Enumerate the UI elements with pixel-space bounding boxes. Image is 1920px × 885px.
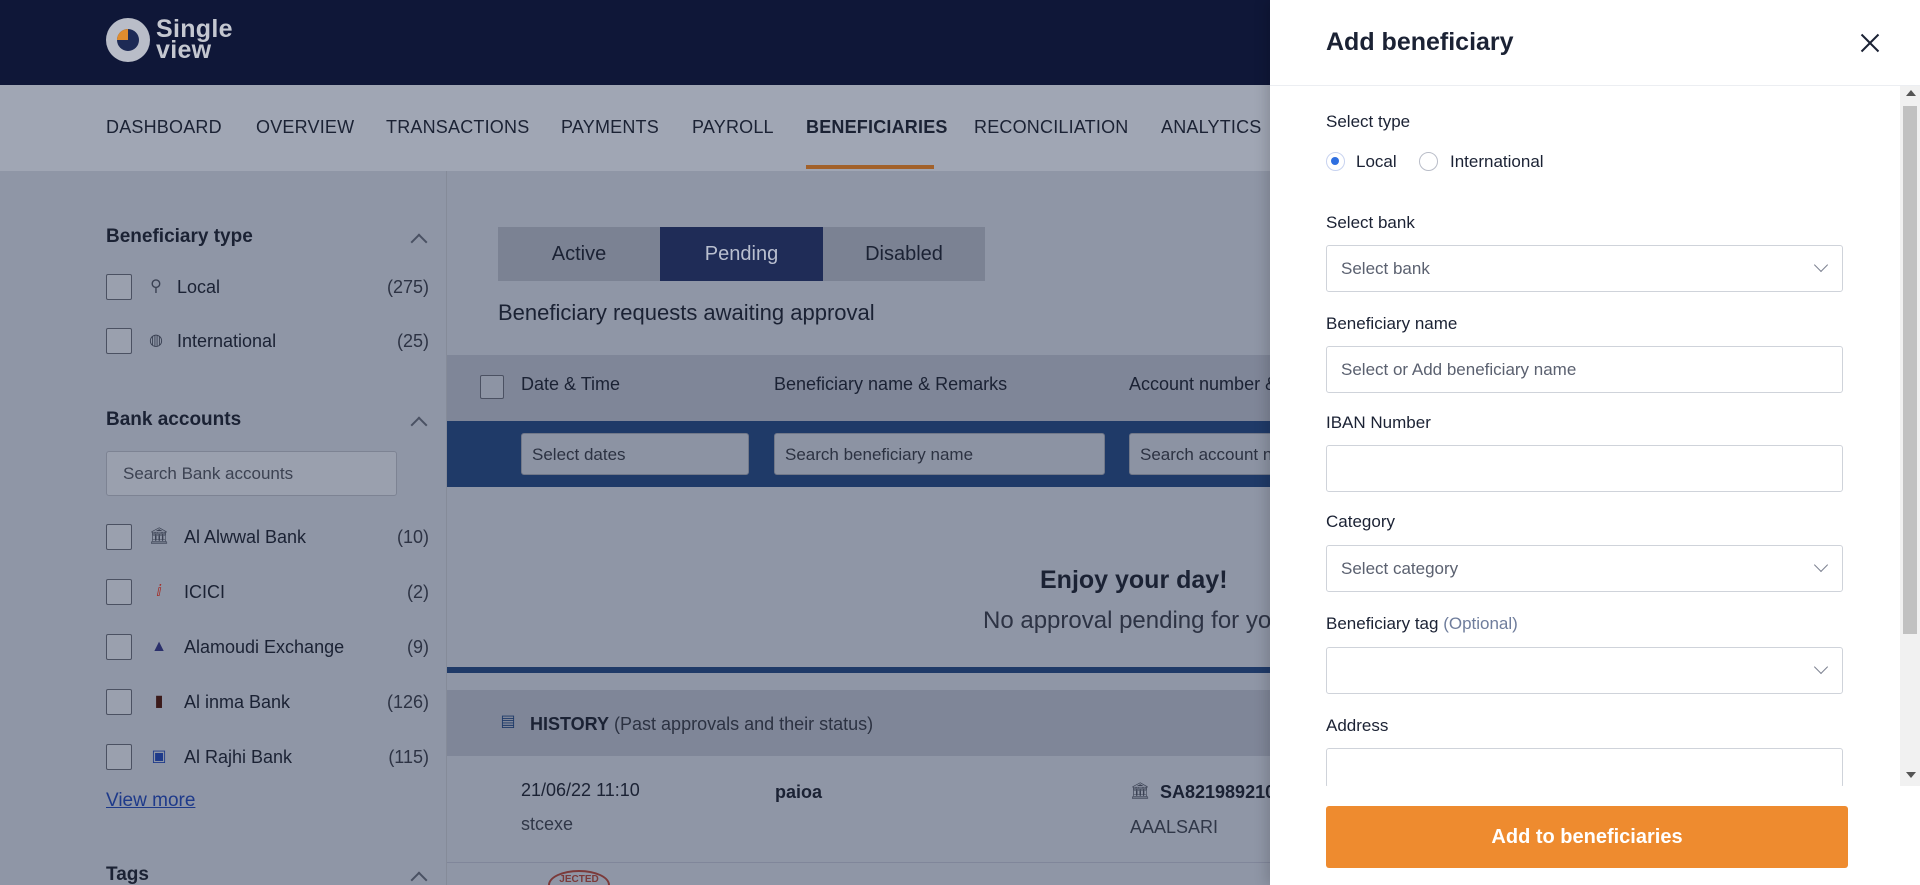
nav-transactions[interactable]: TRANSACTIONS: [386, 117, 529, 138]
app-logo[interactable]: Single view: [106, 17, 233, 64]
nav-overview[interactable]: OVERVIEW: [256, 117, 354, 138]
type-local-label: Local: [177, 277, 221, 297]
bank-icon: 🏛: [149, 528, 170, 545]
type-international-count: (25): [396, 331, 429, 351]
column-header[interactable]: Account number &: [1129, 374, 1277, 395]
bank-count: (10): [396, 527, 429, 547]
bank-checkbox[interactable]: [106, 689, 132, 715]
alrajhi-logo-icon: ▣: [151, 748, 167, 765]
tab-pending[interactable]: Pending: [660, 227, 823, 281]
history-title: HISTORY (Past approvals and their status…: [530, 714, 874, 734]
tab-active[interactable]: Active: [498, 227, 660, 281]
radio-international[interactable]: [1419, 152, 1438, 171]
bank-checkbox[interactable]: [106, 524, 132, 550]
select-bank-dropdown[interactable]: Select bank: [1326, 245, 1843, 292]
nav-payments[interactable]: PAYMENTS: [561, 117, 659, 138]
iban-label: IBAN Number: [1326, 413, 1431, 432]
bank-count: (115): [388, 747, 429, 767]
date-filter-input[interactable]: Select dates: [521, 433, 749, 475]
drawer-title: Add beneficiary: [1326, 28, 1514, 56]
bank-count: (126): [386, 692, 429, 712]
add-to-beneficiaries-button[interactable]: Add to beneficiaries: [1326, 806, 1848, 868]
scroll-up-icon[interactable]: [1906, 90, 1916, 96]
chevron-down-icon: [1813, 257, 1829, 273]
page-subheading: Beneficiary requests awaiting approval: [498, 300, 875, 325]
type-international-label: International: [177, 331, 277, 351]
bank-label: Al Alwwal Bank: [184, 527, 307, 547]
bank-search-input[interactable]: Search Bank accounts: [106, 451, 397, 496]
close-icon[interactable]: [1856, 29, 1884, 57]
bank-checkbox[interactable]: [106, 744, 132, 770]
iban-input[interactable]: [1326, 445, 1843, 492]
beneficiary-tag-label: Beneficiary tag (Optional): [1326, 614, 1518, 633]
bank-label: Al inma Bank: [184, 692, 291, 712]
nav-active-indicator: [806, 165, 934, 169]
nav-analytics[interactable]: ANALYTICS: [1161, 117, 1262, 138]
history-icon: ▤: [500, 713, 516, 730]
history-datetime: 21/06/22 11:10: [521, 780, 640, 800]
radio-international-label[interactable]: International: [1450, 152, 1544, 172]
type-local-count: (275): [386, 277, 429, 297]
logo-mark-icon: [106, 18, 150, 62]
bank-label: ICICI: [184, 582, 226, 602]
chevron-down-icon: [1813, 557, 1829, 573]
nav-payroll[interactable]: PAYROLL: [692, 117, 774, 138]
add-beneficiary-drawer: Add beneficiary Select type Local Intern…: [1270, 0, 1920, 885]
nav-reconciliation[interactable]: RECONCILIATION: [974, 117, 1128, 138]
type-local-checkbox[interactable]: [106, 274, 132, 300]
category-dropdown[interactable]: Select category: [1326, 545, 1843, 592]
view-more-link[interactable]: View more: [106, 790, 195, 812]
scrollbar-thumb[interactable]: [1903, 106, 1917, 634]
history-account-sub: AAALSARI: [1130, 817, 1219, 837]
bank-count: (9): [407, 637, 429, 657]
category-label: Category: [1326, 512, 1395, 531]
drawer-header: Add beneficiary: [1270, 0, 1920, 86]
beneficiary-name-label: Beneficiary name: [1326, 314, 1458, 333]
tags-title: Tags: [106, 864, 149, 885]
column-header[interactable]: Beneficiary name & Remarks: [774, 374, 1007, 395]
bank-checkbox[interactable]: [106, 579, 132, 605]
bank-label: Alamoudi Exchange: [184, 637, 345, 657]
history-account-number: SA821989210: [1160, 782, 1276, 802]
alinma-logo-icon: ▮: [154, 693, 164, 710]
beneficiary-type-title: Beneficiary type: [106, 226, 253, 247]
empty-state-subtitle: No approval pending for you: [983, 607, 1285, 634]
beneficiary-name-input[interactable]: Select or Add beneficiary name: [1326, 346, 1843, 393]
column-header[interactable]: Date & Time: [521, 374, 620, 395]
nav-dashboard[interactable]: DASHBOARD: [106, 117, 222, 138]
icici-logo-icon: ⅈ: [156, 583, 162, 600]
alamoudi-logo-icon: ▲: [151, 638, 167, 655]
bank-checkbox[interactable]: [106, 634, 132, 660]
nav-beneficiaries[interactable]: BENEFICIARIES: [806, 117, 948, 138]
bank-count: (2): [407, 582, 429, 602]
history-user: stcexe: [521, 814, 574, 834]
location-pin-icon: ⚲: [150, 278, 162, 295]
address-label: Address: [1326, 716, 1389, 735]
history-beneficiary-name: paioa: [775, 782, 823, 802]
tab-disabled[interactable]: Disabled: [823, 227, 985, 281]
select-bank-label: Select bank: [1326, 213, 1415, 232]
beneficiary-name-filter[interactable]: Search beneficiary name: [774, 433, 1105, 475]
address-input[interactable]: [1326, 748, 1843, 788]
scroll-down-icon[interactable]: [1906, 772, 1916, 778]
logo-text-line2: view: [156, 36, 212, 64]
chevron-down-icon: [1813, 659, 1829, 675]
bank-icon: 🏛: [1130, 783, 1151, 800]
account-filter[interactable]: Search account n: [1129, 433, 1289, 475]
beneficiary-tag-dropdown[interactable]: [1326, 647, 1843, 694]
globe-icon: ◍: [149, 332, 163, 349]
radio-local[interactable]: [1326, 152, 1345, 171]
select-type-label: Select type: [1326, 112, 1411, 131]
empty-state-title: Enjoy your day!: [1040, 566, 1228, 594]
type-international-checkbox[interactable]: [106, 328, 132, 354]
bank-label: Al Rajhi Bank: [184, 747, 293, 767]
bank-accounts-title: Bank accounts: [106, 409, 242, 430]
radio-local-label[interactable]: Local: [1356, 152, 1397, 172]
select-all-checkbox[interactable]: [480, 375, 504, 399]
